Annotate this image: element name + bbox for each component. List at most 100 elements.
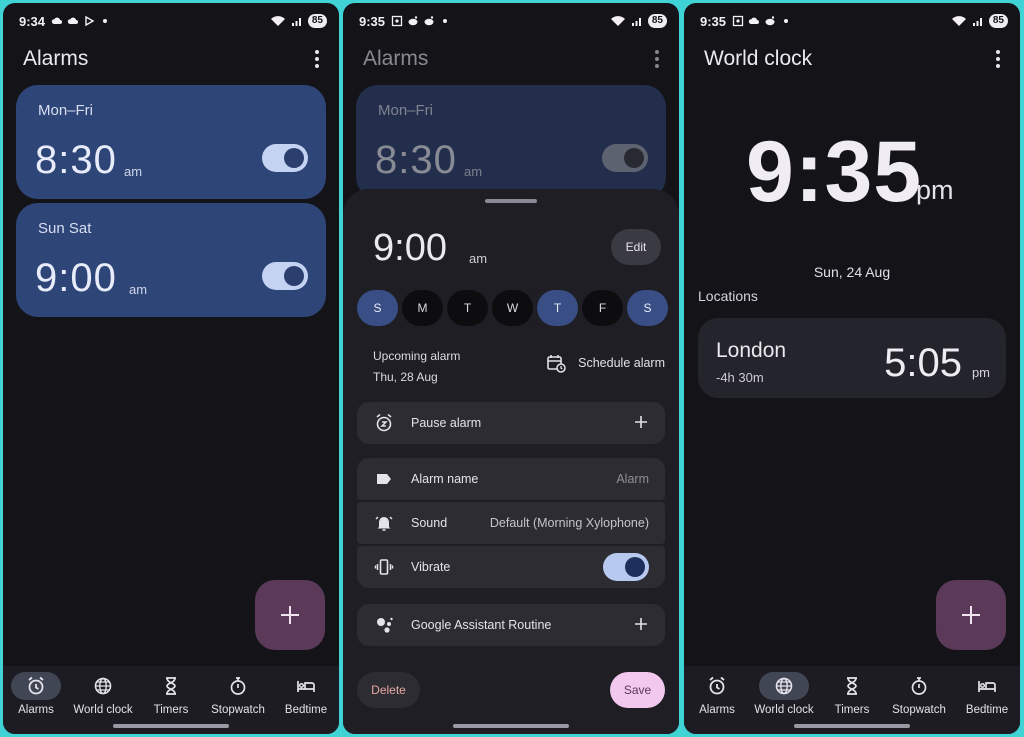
calendar-clock-icon — [547, 355, 566, 373]
local-date: Sun, 24 Aug — [813, 264, 891, 280]
pause-alarm-row[interactable]: Pause alarm — [357, 402, 665, 444]
dot-icon — [443, 19, 448, 23]
vibrate-toggle[interactable] — [603, 553, 649, 581]
alarm-card[interactable]: Mon–Fri 8:30 am — [16, 85, 326, 199]
add-alarm-button[interactable] — [255, 580, 325, 650]
weekday-selector: S M T W T F S — [357, 290, 668, 326]
alarm-ampm: am — [464, 164, 483, 179]
edit-button[interactable]: Edit — [611, 229, 661, 265]
signal-icon — [631, 18, 641, 26]
nav-stopwatch[interactable]: Stopwatch — [886, 672, 952, 716]
sound-row[interactable]: Sound Default (Morning Xylophone) — [357, 502, 665, 544]
notification-icons — [391, 15, 451, 27]
schedule-alarm-button[interactable]: Schedule alarm — [546, 353, 665, 373]
top-app-bar: World clock — [704, 45, 1006, 73]
status-time: 9:34 — [19, 13, 46, 29]
battery-indicator: 85 — [988, 14, 1008, 28]
nav-world-clock[interactable]: World clock — [751, 672, 817, 716]
save-button[interactable]: Save — [610, 672, 665, 708]
play-icon — [85, 15, 95, 27]
drag-handle[interactable] — [485, 199, 537, 203]
day-friday[interactable]: F — [582, 290, 623, 326]
cloud-icon — [51, 17, 63, 24]
google-assistant-icon — [377, 617, 393, 633]
alarm-card[interactable]: Mon–Fri 8:30 am — [356, 85, 666, 199]
alarm-time[interactable]: 9:00 — [373, 227, 447, 270]
alarm-toggle[interactable] — [262, 144, 308, 172]
more-options-icon[interactable] — [649, 48, 665, 70]
more-options-icon[interactable] — [990, 48, 1006, 70]
add-city-button[interactable] — [936, 580, 1006, 650]
nav-stopwatch[interactable]: Stopwatch — [205, 672, 271, 716]
nav-bedtime[interactable]: Bedtime — [273, 672, 339, 716]
page-title: World clock — [704, 47, 813, 70]
local-time: 9:35 — [746, 124, 923, 220]
alarm-ampm: am — [129, 282, 148, 297]
alarm-days: Sun Sat — [38, 220, 92, 237]
alarm-name-value: Alarm — [616, 472, 649, 486]
locations-heading: Locations — [698, 288, 758, 304]
battery-indicator: 85 — [647, 14, 667, 28]
schedule-label: Schedule alarm — [578, 356, 665, 370]
alarm-name-label: Alarm name — [411, 472, 479, 486]
cloud-icon — [748, 17, 760, 24]
alarm-toggle[interactable] — [602, 144, 648, 172]
nav-timers[interactable]: Timers — [138, 672, 204, 716]
signal-icon — [972, 18, 982, 26]
snooze-alarm-icon — [376, 413, 392, 432]
nav-bedtime[interactable]: Bedtime — [954, 672, 1020, 716]
assistant-routine-label: Google Assistant Routine — [411, 618, 552, 632]
pause-alarm-label: Pause alarm — [411, 416, 482, 430]
screenshot-icon — [391, 15, 403, 27]
alarm-name-row[interactable]: Alarm name Alarm — [357, 458, 665, 500]
day-monday[interactable]: M — [402, 290, 443, 326]
page-title: Alarms — [363, 47, 429, 70]
alarm-time: 8:30 — [375, 138, 457, 182]
upcoming-label: Upcoming alarm — [373, 349, 461, 363]
status-time: 9:35 — [700, 13, 727, 29]
bed-icon — [297, 681, 315, 692]
status-bar: 9:35 85 — [700, 11, 1008, 31]
reddit-icon — [424, 16, 434, 26]
nav-world-clock[interactable]: World clock — [70, 672, 136, 716]
alarm-time: 9:00 — [35, 256, 117, 300]
city-card[interactable]: London -4h 30m 5:05 pm — [698, 318, 1006, 398]
hourglass-icon — [847, 677, 857, 695]
hourglass-icon — [166, 677, 176, 695]
alarm-card[interactable]: Sun Sat 9:00 am — [16, 203, 326, 317]
page-title: Alarms — [23, 47, 89, 70]
vibrate-row[interactable]: Vibrate — [357, 546, 665, 588]
wifi-icon — [610, 16, 625, 26]
plus-icon[interactable] — [633, 616, 649, 632]
plus-icon[interactable] — [633, 414, 649, 430]
bed-icon — [978, 681, 996, 692]
status-bar: 9:35 85 — [359, 11, 667, 31]
day-sunday[interactable]: S — [357, 290, 398, 326]
nav-alarms[interactable]: Alarms — [3, 672, 69, 716]
vibrate-label: Vibrate — [411, 560, 451, 574]
reddit-icon — [408, 16, 418, 26]
alarm-toggle[interactable] — [262, 262, 308, 290]
cloud-icon — [67, 17, 79, 24]
nav-alarms[interactable]: Alarms — [684, 672, 750, 716]
local-ampm: pm — [916, 175, 954, 205]
alarm-time: 8:30 — [35, 138, 117, 182]
nav-timers[interactable]: Timers — [819, 672, 885, 716]
day-wednesday[interactable]: W — [492, 290, 533, 326]
alarm-ampm: am — [469, 251, 488, 266]
delete-button[interactable]: Delete — [357, 672, 420, 708]
label-icon — [377, 474, 391, 484]
assistant-routine-row[interactable]: Google Assistant Routine — [357, 604, 665, 646]
bottom-navigation: Alarms World clock Timers Stopwatch Bedt… — [3, 666, 339, 734]
gesture-handle — [453, 724, 569, 728]
day-tuesday[interactable]: T — [447, 290, 488, 326]
dot-icon — [784, 19, 789, 23]
plus-icon — [281, 606, 299, 624]
day-saturday[interactable]: S — [627, 290, 668, 326]
gesture-handle — [113, 724, 229, 728]
plus-icon — [962, 606, 980, 624]
city-offset: -4h 30m — [716, 370, 764, 385]
top-app-bar: Alarms — [363, 45, 665, 73]
more-options-icon[interactable] — [309, 48, 325, 70]
day-thursday[interactable]: T — [537, 290, 578, 326]
